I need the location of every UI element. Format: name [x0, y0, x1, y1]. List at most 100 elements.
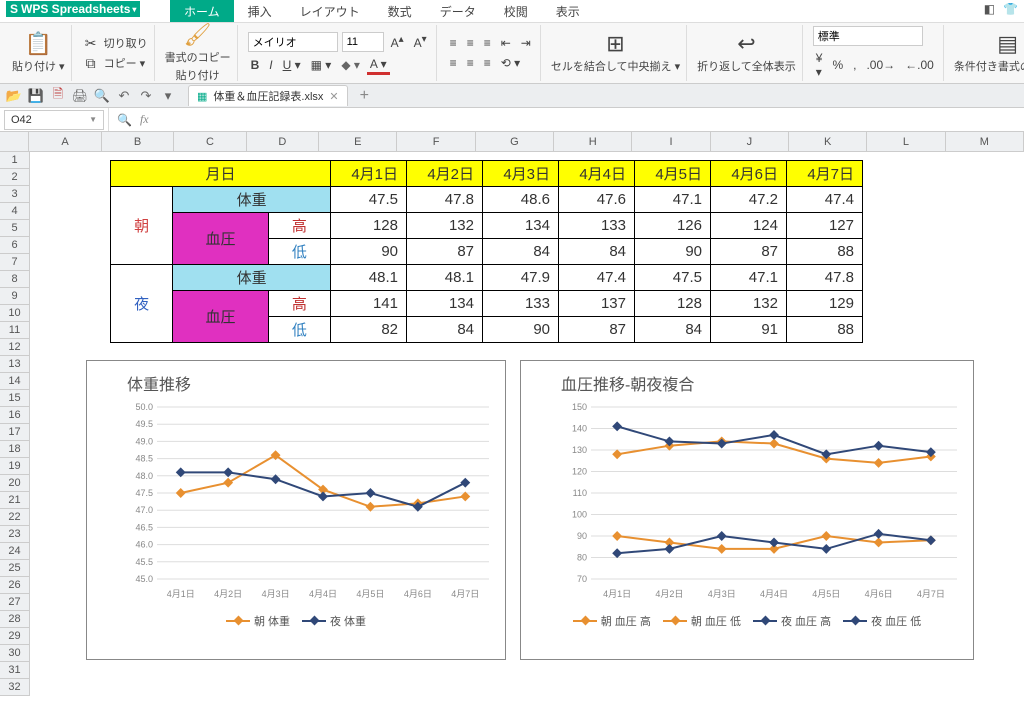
row-header[interactable]: 24	[0, 543, 29, 560]
fx-search-icon[interactable]: 🔍	[117, 113, 132, 127]
cell[interactable]: 47.4	[559, 265, 635, 291]
row-header[interactable]: 11	[0, 322, 29, 339]
col-header[interactable]: I	[632, 132, 710, 151]
row-header[interactable]: 26	[0, 577, 29, 594]
open-icon[interactable]: 📂	[6, 88, 22, 104]
align-middle-button[interactable]: ≡	[464, 35, 477, 51]
orientation-button[interactable]: ⟲ ▾	[498, 55, 523, 71]
cell[interactable]: 132	[407, 213, 483, 239]
cell[interactable]: 124	[711, 213, 787, 239]
cell[interactable]: 133	[559, 213, 635, 239]
ribbon-tab-3[interactable]: 数式	[374, 0, 426, 22]
col-header[interactable]: K	[789, 132, 867, 151]
italic-button[interactable]: I	[266, 57, 275, 73]
col-header[interactable]: D	[247, 132, 319, 151]
cell[interactable]: 47.8	[407, 187, 483, 213]
col-header[interactable]: A	[29, 132, 101, 151]
cell[interactable]: 126	[635, 213, 711, 239]
row-header[interactable]: 19	[0, 458, 29, 475]
row-header[interactable]: 12	[0, 339, 29, 356]
paste-button[interactable]: 📋 貼り付け ▾	[12, 32, 65, 74]
cell[interactable]: 47.9	[483, 265, 559, 291]
cell[interactable]: 90	[483, 317, 559, 343]
cell[interactable]: 47.6	[559, 187, 635, 213]
cell[interactable]: 137	[559, 291, 635, 317]
row-header[interactable]: 16	[0, 407, 29, 424]
bold-button[interactable]: B	[248, 57, 263, 73]
col-header[interactable]: H	[554, 132, 632, 151]
file-tab[interactable]: ▦ 体重＆血圧記録表.xlsx ✕	[188, 85, 348, 106]
font-size-select[interactable]	[342, 32, 384, 52]
cell[interactable]: 87	[407, 239, 483, 265]
wrap-text-button[interactable]: ↩ 折り返して全体表示	[697, 32, 796, 74]
align-top-button[interactable]: ≡	[447, 35, 460, 51]
number-format-select[interactable]	[813, 26, 923, 46]
cell[interactable]: 90	[331, 239, 407, 265]
col-header[interactable]: F	[397, 132, 475, 151]
row-header[interactable]: 20	[0, 475, 29, 492]
row-header[interactable]: 25	[0, 560, 29, 577]
cell[interactable]: 82	[331, 317, 407, 343]
increase-font-button[interactable]: A▴	[388, 33, 407, 51]
ribbon-tab-5[interactable]: 校閲	[490, 0, 542, 22]
cell[interactable]: 127	[787, 213, 863, 239]
col-header[interactable]: E	[319, 132, 397, 151]
ribbon-tab-2[interactable]: レイアウト	[286, 0, 374, 22]
preview-icon[interactable]: 🔍	[94, 88, 110, 104]
cell[interactable]: 47.2	[711, 187, 787, 213]
fx-icon[interactable]: fx	[140, 112, 149, 127]
save-icon[interactable]: 💾	[28, 88, 44, 104]
col-header[interactable]: C	[174, 132, 246, 151]
cell[interactable]: 84	[635, 317, 711, 343]
format-painter-button[interactable]: 🖌 書式のコピー 貼り付け	[165, 23, 231, 83]
new-tab-button[interactable]: +	[360, 87, 369, 105]
row-header[interactable]: 28	[0, 611, 29, 628]
font-name-select[interactable]	[248, 32, 338, 52]
cell[interactable]: 88	[787, 317, 863, 343]
border-button[interactable]: ▦ ▾	[308, 57, 335, 73]
spreadsheet-grid[interactable]: ABCDEFGHIJKLM 12345678910111213141516171…	[0, 132, 1024, 707]
redo-icon[interactable]: ↷	[138, 88, 154, 104]
chart-blood-pressure[interactable]: 血圧推移-朝夜複合 7080901001101201301401504月1日4月…	[520, 360, 974, 660]
row-header[interactable]: 4	[0, 203, 29, 220]
dec-decimal-button[interactable]: ←.00	[902, 57, 937, 73]
cell[interactable]: 141	[331, 291, 407, 317]
row-header[interactable]: 6	[0, 237, 29, 254]
cell[interactable]: 48.6	[483, 187, 559, 213]
align-bottom-button[interactable]: ≡	[481, 35, 494, 51]
cell[interactable]: 133	[483, 291, 559, 317]
row-header[interactable]: 2	[0, 169, 29, 186]
cell[interactable]: 84	[559, 239, 635, 265]
ribbon-tab-6[interactable]: 表示	[542, 0, 594, 22]
row-header[interactable]: 30	[0, 645, 29, 662]
row-header[interactable]: 27	[0, 594, 29, 611]
undo-icon[interactable]: ↶	[116, 88, 132, 104]
row-header[interactable]: 5	[0, 220, 29, 237]
percent-button[interactable]: %	[829, 57, 846, 73]
cell[interactable]: 132	[711, 291, 787, 317]
cell[interactable]: 88	[787, 239, 863, 265]
row-header[interactable]: 9	[0, 288, 29, 305]
row-header[interactable]: 3	[0, 186, 29, 203]
col-header[interactable]: L	[867, 132, 945, 151]
row-header[interactable]: 17	[0, 424, 29, 441]
cell[interactable]: 47.1	[711, 265, 787, 291]
row-header[interactable]: 8	[0, 271, 29, 288]
cell[interactable]: 47.5	[331, 187, 407, 213]
cell[interactable]: 47.8	[787, 265, 863, 291]
col-header[interactable]: B	[102, 132, 174, 151]
shirt-icon[interactable]: 👕	[1003, 2, 1018, 16]
ribbon-tab-1[interactable]: 挿入	[234, 0, 286, 22]
select-all-corner[interactable]	[0, 132, 29, 151]
print-icon[interactable]: 🖨	[72, 88, 88, 104]
cell[interactable]: 91	[711, 317, 787, 343]
cell[interactable]: 129	[787, 291, 863, 317]
indent-inc-button[interactable]: ⇥	[518, 35, 534, 51]
cell[interactable]: 134	[407, 291, 483, 317]
row-header[interactable]: 32	[0, 679, 29, 696]
fill-color-button[interactable]: ◆ ▾	[338, 57, 363, 73]
row-header[interactable]: 29	[0, 628, 29, 645]
cut-button[interactable]: ✂切り取り	[82, 34, 148, 52]
cell[interactable]: 134	[483, 213, 559, 239]
col-header[interactable]: M	[946, 132, 1024, 151]
